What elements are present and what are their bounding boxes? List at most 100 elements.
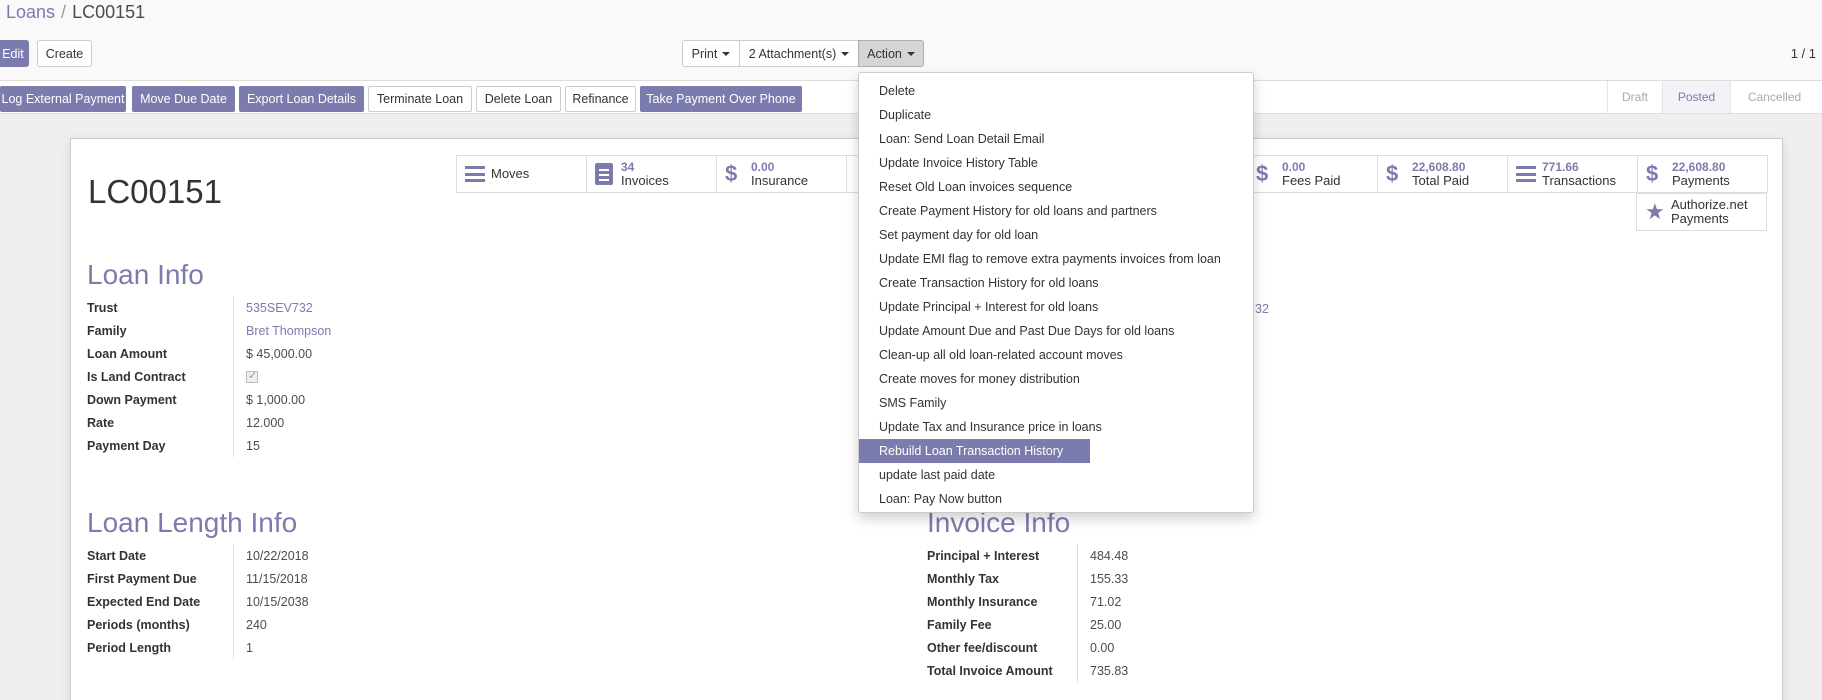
log-external-payment-button[interactable]: Log External Payment (0, 86, 126, 112)
total-invoice-value: 735.83 (1077, 659, 1128, 682)
field-label: Trust (87, 300, 118, 315)
field-label: Family (87, 323, 127, 338)
refinance-button[interactable]: Refinance (565, 86, 636, 112)
field-label: Payment Day (87, 438, 166, 453)
export-loan-details-button[interactable]: Export Loan Details (239, 86, 364, 112)
attachments-label: 2 Attachment(s) (748, 46, 837, 61)
field-label: Family Fee (927, 617, 992, 632)
menu-item-update-principal-interest[interactable]: Update Principal + Interest for old loan… (859, 295, 1253, 319)
stage-draft[interactable]: Draft (1607, 81, 1662, 113)
payments-value: 22,608.80 (1672, 160, 1726, 174)
field-label: Start Date (87, 548, 147, 563)
loan-length-info-fields: Start Date 10/22/2018 First Payment Due 11… (87, 544, 309, 659)
loan-info-fields: Trust 535SEV732 Family Bret Thompson Loan … (87, 296, 331, 457)
menu-item-update-tax-insurance[interactable]: Update Tax and Insurance price in loans (859, 415, 1253, 439)
pager[interactable]: 1 / 1 (1791, 46, 1816, 61)
stage-cancelled[interactable]: Cancelled (1730, 81, 1818, 113)
terminate-loan-button[interactable]: Terminate Loan (368, 86, 472, 112)
field-label: Principal + Interest (927, 548, 1040, 563)
print-label: Print (691, 46, 718, 61)
breadcrumb-current: LC00151 (72, 2, 146, 22)
authorize-payments-smart-button[interactable]: ★ Authorize.net Payments (1636, 193, 1767, 231)
create-button[interactable]: Create (37, 40, 92, 67)
land-contract-checkbox (246, 369, 258, 383)
invoices-smart-button[interactable]: 34 Invoices (586, 155, 717, 193)
total-paid-smart-button[interactable]: $ 22,608.80 Total Paid (1377, 155, 1508, 193)
record-name: LC00151 (88, 173, 222, 210)
menu-item-sms-family[interactable]: SMS Family (859, 391, 1253, 415)
move-due-date-button[interactable]: Move Due Date (132, 86, 235, 112)
period-length-value: 1 (233, 636, 253, 659)
menu-item-create-moves-money-distribution[interactable]: Create moves for money distribution (859, 367, 1253, 391)
menu-item-send-loan-detail-email[interactable]: Loan: Send Loan Detail Email (859, 127, 1253, 151)
field-label: Monthly Insurance (927, 594, 1038, 609)
take-payment-over-phone-button[interactable]: Take Payment Over Phone (640, 86, 802, 112)
authorize-label-2: Payments (1671, 211, 1729, 226)
moves-smart-button[interactable]: Moves (456, 155, 587, 193)
invoices-label: Invoices (621, 173, 669, 188)
menu-item-pay-now-button[interactable]: Loan: Pay Now button (859, 487, 1253, 511)
stage-posted[interactable]: Posted (1662, 81, 1730, 113)
loan-amount-value: $ 45,000.00 (233, 342, 312, 365)
action-button[interactable]: Action (858, 40, 924, 67)
breadcrumb: Loans / LC00151 (6, 2, 145, 23)
insurance-smart-button[interactable]: $ 0.00 Insurance (716, 155, 847, 193)
principal-interest-value: 484.48 (1077, 544, 1128, 567)
field-label: Is Land Contract (87, 369, 186, 384)
action-label: Action (867, 46, 902, 61)
payments-smart-button[interactable]: $ 22,608.80 Payments (1637, 155, 1768, 193)
dollar-icon: $ (1646, 161, 1659, 186)
periods-value: 240 (233, 613, 267, 636)
menu-item-clean-up-account-moves[interactable]: Clean-up all old loan-related account mo… (859, 343, 1253, 367)
loan-length-info-title: Loan Length Info (87, 507, 298, 538)
family-fee-value: 25.00 (1077, 613, 1121, 636)
start-date-value: 10/22/2018 (233, 544, 309, 567)
menu-item-reset-invoices-sequence[interactable]: Reset Old Loan invoices sequence (859, 175, 1253, 199)
rate-value: 12.000 (233, 411, 284, 434)
attachments-button[interactable]: 2 Attachment(s) (739, 40, 859, 67)
menu-item-duplicate[interactable]: Duplicate (859, 103, 1253, 127)
menu-item-update-invoice-history[interactable]: Update Invoice History Table (859, 151, 1253, 175)
payments-label: Payments (1672, 173, 1730, 188)
menu-item-rebuild-transaction-history[interactable]: Rebuild Loan Transaction History (859, 439, 1090, 463)
list-icon (1516, 166, 1536, 182)
trust-link[interactable]: 535SEV732 (233, 296, 313, 319)
field-label: Loan Amount (87, 346, 168, 361)
menu-item-create-payment-history[interactable]: Create Payment History for old loans and… (859, 199, 1253, 223)
caret-down-icon (722, 51, 731, 56)
family-link[interactable]: Bret Thompson (233, 319, 331, 342)
transactions-smart-button[interactable]: 771.66 Transactions (1507, 155, 1638, 193)
dollar-icon: $ (1386, 161, 1399, 186)
insurance-label: Insurance (751, 173, 809, 188)
insurance-value: 0.00 (751, 160, 775, 174)
caret-down-icon (906, 51, 915, 56)
action-dropdown-menu: Delete Duplicate Loan: Send Loan Detail … (858, 72, 1254, 513)
control-panel: Loans / LC00151 Edit Create Print 2 Attach… (0, 0, 1822, 80)
moves-label: Moves (491, 166, 530, 181)
menu-item-update-emi-flag[interactable]: Update EMI flag to remove extra payments… (859, 247, 1253, 271)
edit-button[interactable]: Edit (0, 40, 29, 67)
other-fee-value: 0.00 (1077, 636, 1114, 659)
field-label: Period Length (87, 640, 172, 655)
star-icon: ★ (1645, 199, 1665, 224)
loan-info-title: Loan Info (87, 259, 204, 290)
invoice-info-fields: Principal + Interest 484.48 Monthly Tax 15… (927, 544, 1128, 682)
breadcrumb-loans-link[interactable]: Loans (6, 2, 55, 22)
menu-item-update-amount-due[interactable]: Update Amount Due and Past Due Days for … (859, 319, 1253, 343)
transactions-value: 771.66 (1542, 160, 1579, 174)
menu-item-delete[interactable]: Delete (859, 79, 1253, 103)
menu-item-set-payment-day[interactable]: Set payment day for old loan (859, 223, 1253, 247)
menu-item-create-transaction-history[interactable]: Create Transaction History for old loans (859, 271, 1253, 295)
breadcrumb-separator: / (61, 2, 67, 22)
delete-loan-button[interactable]: Delete Loan (476, 86, 561, 112)
smart-buttons-right: $ 0.00 Fees Paid $ 22,608.80 Total Paid 77… (1247, 155, 1768, 193)
fees-paid-smart-button[interactable]: $ 0.00 Fees Paid (1247, 155, 1378, 193)
menu-item-update-last-paid-date[interactable]: update last paid date (859, 463, 1253, 487)
partially-hidden-value[interactable]: 32 (1255, 302, 1269, 316)
field-label: Other fee/discount (927, 640, 1038, 655)
dollar-icon: $ (725, 161, 738, 186)
payment-day-value: 15 (233, 434, 260, 457)
list-icon (465, 166, 485, 182)
print-button[interactable]: Print (682, 40, 740, 67)
field-label: Monthly Tax (927, 571, 999, 586)
